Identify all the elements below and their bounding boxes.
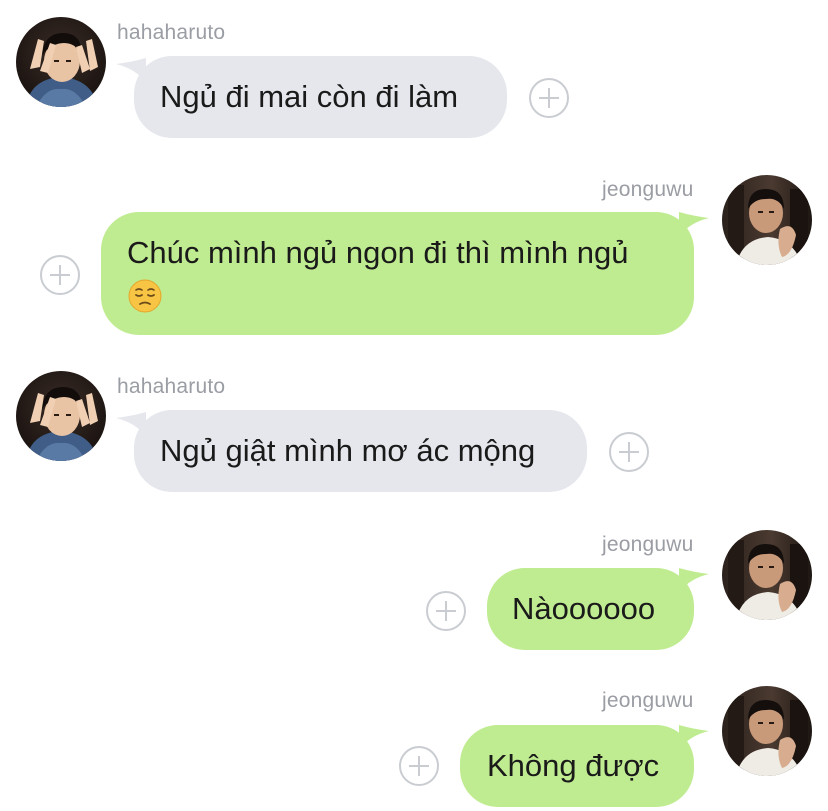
add-reaction-button[interactable]	[529, 78, 569, 118]
add-reaction-button[interactable]	[609, 432, 649, 472]
message-text: Nàoooooo	[512, 591, 656, 626]
sender-name: hahaharuto	[117, 375, 226, 398]
message-bubble[interactable]: Chúc mình ngủ ngon đi thì mình ngủ	[101, 212, 694, 335]
sender-name: jeonguwu	[602, 689, 694, 712]
sender-name: jeonguwu	[602, 178, 694, 201]
message-text: Ngủ đi mai còn đi làm	[160, 79, 459, 114]
avatar-jeonguwu[interactable]	[722, 175, 812, 265]
message-text: Ngủ giật mình mơ ác mộng	[160, 433, 536, 468]
add-reaction-button[interactable]	[40, 255, 80, 295]
sender-name: hahaharuto	[117, 21, 226, 44]
avatar-hahaharuto[interactable]	[16, 17, 106, 107]
avatar-hahaharuto[interactable]	[16, 371, 106, 461]
message-bubble[interactable]: Ngủ giật mình mơ ác mộng	[134, 410, 587, 492]
pensive-face-icon	[128, 279, 162, 313]
add-reaction-button[interactable]	[426, 591, 466, 631]
message-text: Không được	[487, 748, 660, 783]
avatar-jeonguwu[interactable]	[722, 686, 812, 776]
message-bubble[interactable]: Nàoooooo	[487, 568, 694, 650]
message-bubble[interactable]: Không được	[460, 725, 694, 807]
message-bubble[interactable]: Ngủ đi mai còn đi làm	[134, 56, 507, 138]
add-reaction-button[interactable]	[399, 746, 439, 786]
avatar-jeonguwu[interactable]	[722, 530, 812, 620]
sender-name: jeonguwu	[602, 533, 694, 556]
chat-thread: hahaharuto Ngủ đi mai còn đi làm jeonguw…	[0, 0, 828, 811]
message-text: Chúc mình ngủ ngon đi thì mình ngủ	[127, 235, 629, 270]
